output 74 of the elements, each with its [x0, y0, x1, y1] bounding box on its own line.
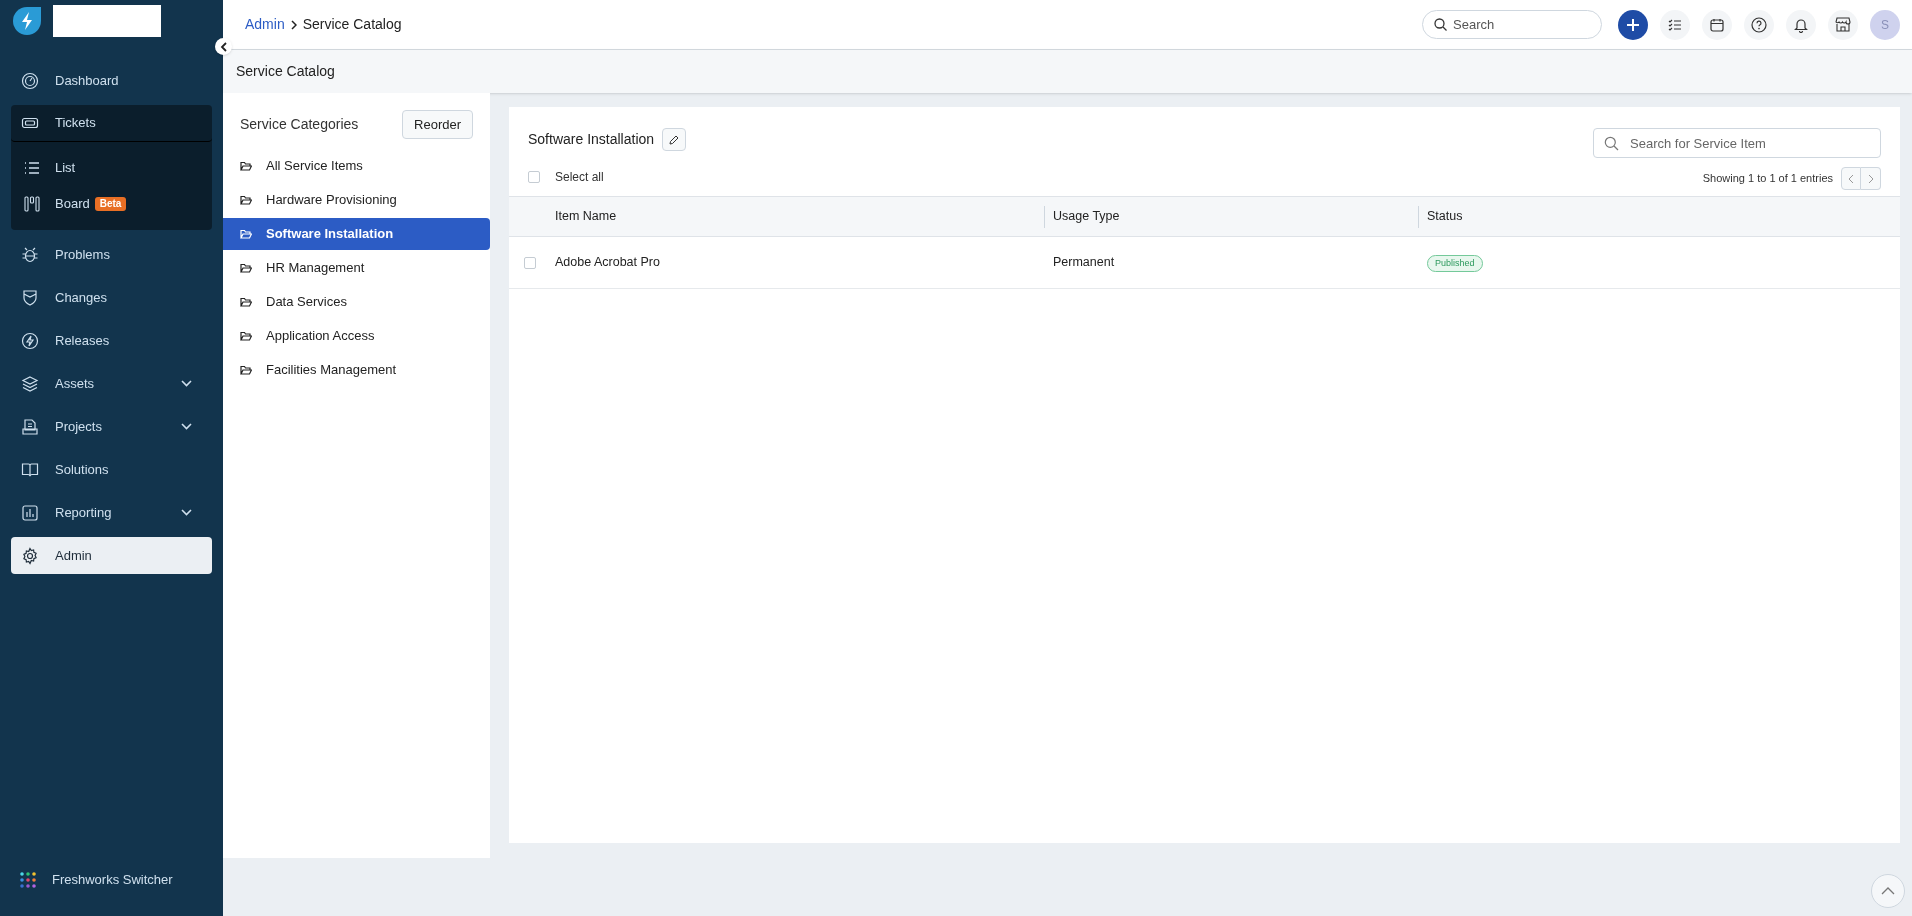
folder-icon [240, 229, 252, 239]
column-header[interactable]: Status [1418, 205, 1469, 228]
search-icon [1604, 136, 1619, 151]
board-columns-icon [24, 196, 40, 212]
sidebar-item[interactable]: Releases [11, 322, 212, 359]
layers-icon [21, 374, 39, 393]
category-item[interactable]: HR Management [223, 252, 490, 284]
sidebar-item[interactable]: Changes [11, 279, 212, 316]
category-item[interactable]: Application Access [223, 320, 490, 352]
logo-icon[interactable] [12, 6, 42, 36]
panel-title: Service Categories [240, 115, 359, 134]
edit-pencil-icon[interactable] [662, 128, 687, 151]
bar-chart-icon [21, 503, 39, 522]
folder-icon [240, 365, 252, 375]
sidebar-item[interactable]: Solutions [11, 451, 212, 488]
dashboard-gauge-icon [21, 71, 39, 90]
chevron-left-icon [219, 41, 228, 52]
status-badge: Published [1427, 255, 1483, 272]
select-all-label: Select all [555, 169, 604, 186]
folder-icon [240, 297, 252, 307]
chevron-up-icon [1881, 887, 1895, 895]
sidebar-subitem[interactable]: List [11, 150, 212, 186]
category-item[interactable]: Hardware Provisioning [223, 184, 490, 216]
sidebar-item[interactable]: Admin [11, 537, 212, 574]
document-stack-icon [21, 417, 39, 436]
item-name-link[interactable]: Adobe Acrobat Pro [555, 253, 660, 272]
folder-icon [240, 263, 252, 273]
category-item[interactable]: Data Services [223, 286, 490, 318]
sidebar-item[interactable]: Tickets [11, 105, 212, 142]
chevron-right-icon [290, 19, 297, 30]
gear-icon [21, 546, 39, 565]
column-header[interactable]: Usage Type [1044, 205, 1126, 228]
reorder-button[interactable]: Reorder [402, 110, 473, 139]
add-button[interactable] [1618, 9, 1648, 40]
open-book-icon [21, 460, 39, 479]
row-checkbox[interactable] [524, 256, 536, 269]
help-icon[interactable] [1744, 9, 1774, 40]
search-icon [1434, 18, 1447, 31]
breadcrumb-current: Service Catalog [302, 15, 402, 34]
category-item[interactable]: Facilities Management [223, 354, 490, 386]
store-icon[interactable] [1828, 9, 1858, 40]
pagination-info: Showing 1 to 1 of 1 entries [1702, 171, 1833, 187]
switcher-link[interactable]: Freshworks Switcher [52, 870, 173, 890]
folder-icon [240, 331, 252, 341]
category-item[interactable]: All Service Items [223, 150, 490, 182]
chevron-right-icon [1867, 173, 1874, 184]
notification-bell-icon[interactable] [1786, 9, 1816, 40]
folder-icon [240, 161, 252, 171]
shield-icon [21, 288, 39, 307]
page-title: Service Catalog [236, 62, 335, 81]
plus-icon [1626, 17, 1640, 32]
service-item-search-field[interactable]: Search for Service Item [1593, 128, 1881, 158]
category-heading: Software Installation [528, 130, 655, 149]
breadcrumb-link[interactable]: Admin [245, 14, 285, 35]
category-item[interactable]: Software Installation [223, 218, 490, 250]
search-field[interactable]: Search [1422, 10, 1602, 39]
folder-icon [240, 195, 252, 205]
table-cell-text: Permanent [1052, 254, 1115, 272]
sidebar-item[interactable]: Reporting [11, 494, 212, 531]
sidebar-item[interactable]: Dashboard [11, 62, 212, 99]
apps-grid-icon[interactable] [20, 872, 36, 888]
sidebar-item[interactable]: Problems [11, 236, 212, 273]
bug-icon [21, 245, 39, 264]
checklist-icon[interactable] [1660, 9, 1690, 40]
list-icon [24, 161, 40, 175]
beta-badge: Beta [94, 197, 127, 211]
sidebar-item[interactable]: Projects [11, 408, 212, 445]
sidebar-subitem[interactable]: Board Beta [11, 186, 212, 222]
select-all-checkbox[interactable] [528, 171, 540, 183]
chevron-left-icon [1848, 173, 1854, 184]
lightning-circle-icon [21, 331, 39, 350]
sidebar-item[interactable]: Assets [11, 365, 212, 402]
calendar-icon[interactable] [1702, 9, 1732, 40]
column-header[interactable]: Item Name [555, 205, 623, 228]
